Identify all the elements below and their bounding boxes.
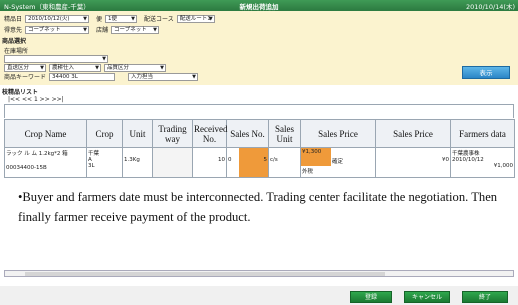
exit-button[interactable]: 終了 <box>462 291 508 303</box>
screen-title: 新規出荷追加 <box>239 3 279 11</box>
chevron-down-icon: ▼ <box>102 55 106 62</box>
crop-name-cell: ラック ル ム 1.2kg*2 箱 00034400-15B <box>4 147 87 178</box>
form-row-date: 精品日 2010/10/12(火) ▼ 便 1便 ▼ 配送コース 配送ルート1 ▼ <box>4 14 215 23</box>
customer-select[interactable]: コープネット ▼ <box>25 25 90 34</box>
table-header-row: Crop Name Crop Unit Trading way Received… <box>4 119 515 148</box>
column-header[interactable]: Crop <box>86 119 123 148</box>
store-label: 店舗 <box>96 27 109 34</box>
chevron-down-icon: ▼ <box>95 64 99 71</box>
product-selection-heading: 商品選択 <box>2 38 27 45</box>
chevron-down-icon: ▼ <box>192 73 197 80</box>
column-header[interactable]: Sales Unit <box>268 119 301 148</box>
current-date: 2010/10/14(木) <box>465 3 515 11</box>
trading-way-cell <box>152 147 193 178</box>
sales-unit-cell: c/s <box>268 147 301 178</box>
column-header[interactable]: Crop Name <box>4 119 87 148</box>
list-toolbar <box>4 104 514 118</box>
column-header[interactable]: Farmers data <box>450 119 515 148</box>
course-label: 配送コース <box>144 16 174 23</box>
sales-price-cell[interactable]: ¥1,300 確定 外税 <box>300 147 376 178</box>
course-select[interactable]: 配送ルート1 ▼ <box>176 14 215 23</box>
sales-price-2-cell: ¥0 <box>375 147 451 178</box>
chevron-down-icon: ▼ <box>208 15 213 22</box>
horizontal-scrollbar[interactable] <box>4 270 514 277</box>
annotation-note: •Buyer and farmers date must be intercon… <box>18 190 498 224</box>
bin-select[interactable]: 1便 ▼ <box>105 14 138 23</box>
bin-label: 便 <box>96 16 103 23</box>
unit-cell: 1.3Kg <box>122 147 153 178</box>
customer-label: 得意先 <box>4 27 23 34</box>
pager[interactable]: |<< << 1 >> >>| <box>8 96 64 103</box>
product-table: Crop Name Crop Unit Trading way Received… <box>4 119 515 178</box>
form-row-filters: 直送区分 ▼ 農耕仕入 ▼ 品質区分 ▼ <box>4 63 166 72</box>
input-staff-select[interactable]: 入力担当 ▼ <box>128 72 199 81</box>
store-select[interactable]: コープネット ▼ <box>111 25 160 34</box>
chevron-down-icon: ▼ <box>83 26 88 33</box>
date-select[interactable]: 2010/10/12(火) ▼ <box>25 14 90 23</box>
direct-category-select[interactable]: 直送区分 ▼ <box>4 63 46 72</box>
register-button[interactable]: 登録 <box>350 291 392 303</box>
chevron-down-icon: ▼ <box>160 64 164 71</box>
chevron-down-icon: ▼ <box>153 26 158 33</box>
chevron-down-icon: ▼ <box>131 15 136 22</box>
column-header[interactable]: Trading way <box>152 119 193 148</box>
sales-no-cell[interactable]: 0 5 <box>226 147 269 178</box>
crop-cell: 千葉 A 3L <box>86 147 123 178</box>
column-header[interactable]: Sales Price <box>375 119 451 148</box>
chevron-down-icon: ▼ <box>40 64 44 71</box>
column-header[interactable]: Received No. <box>192 119 227 148</box>
form-row-location-field: ▼ <box>4 54 108 63</box>
column-header[interactable]: Unit <box>122 119 153 148</box>
keyword-input[interactable]: 34400 3L <box>49 72 116 81</box>
table-row[interactable]: ラック ル ム 1.2kg*2 箱 00034400-15B 千葉 A 3L 1… <box>4 147 515 178</box>
cancel-button[interactable]: キャンセル <box>404 291 450 303</box>
farmers-data-cell: 千葉農事株 2010/10/12 ¥1,000 <box>450 147 515 178</box>
window-titlebar: N-System（東和農産-千葉） 新規出荷追加 2010/10/14(木) <box>0 0 518 11</box>
show-button[interactable]: 表示 <box>462 66 510 79</box>
scrollbar-thumb[interactable] <box>25 272 385 276</box>
column-header[interactable]: Sales Price <box>300 119 376 148</box>
location-select[interactable]: ▼ <box>4 54 108 63</box>
chevron-down-icon: ▼ <box>83 15 88 22</box>
keyword-label: 商品キーワード <box>4 74 47 81</box>
form-row-customer: 得意先 コープネット ▼ 店舗 コープネット ▼ <box>4 25 160 34</box>
received-no-cell: 10 <box>192 147 227 178</box>
purchase-select[interactable]: 農耕仕入 ▼ <box>49 63 101 72</box>
quality-select[interactable]: 品質区分 ▼ <box>104 63 166 72</box>
form-row-keyword: 商品キーワード 34400 3L 入力担当 ▼ <box>4 72 199 81</box>
date-label: 精品日 <box>4 16 23 23</box>
column-header[interactable]: Sales No. <box>226 119 269 148</box>
product-list-heading: 枝精品リスト <box>2 89 39 96</box>
